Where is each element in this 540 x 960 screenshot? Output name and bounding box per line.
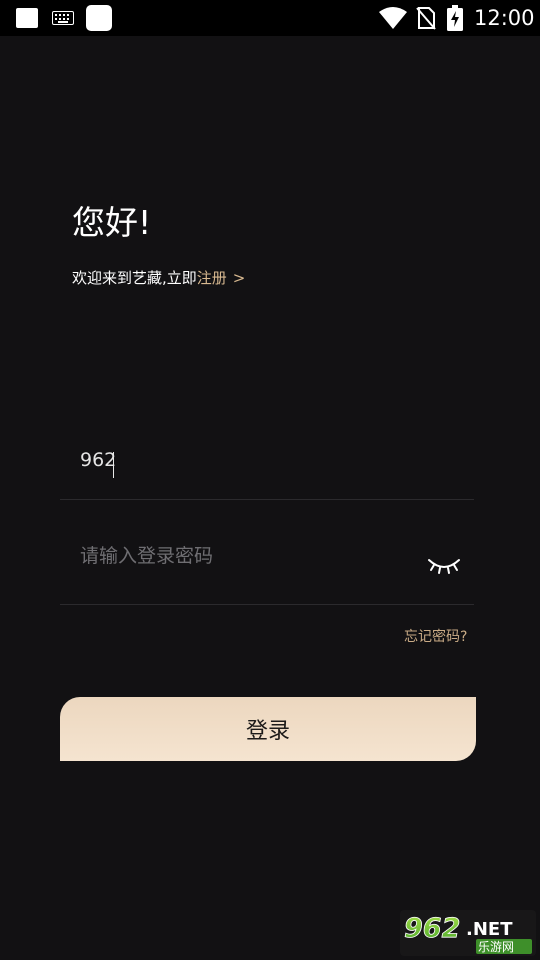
password-input[interactable] — [80, 524, 410, 588]
status-time: 12:00 — [474, 6, 535, 30]
wifi-icon — [379, 7, 407, 29]
forgot-password-link[interactable]: 忘记密码? — [404, 626, 467, 648]
welcome-text: 欢迎来到艺藏,立即 — [72, 269, 197, 287]
watermark-suffix: .NET — [466, 919, 513, 940]
watermark-logo: 962 .NET 乐游网 — [400, 910, 536, 956]
login-screen: 12:00 您好! 欢迎来到艺藏,立即注册 > 忘记密码? 登录 962 .NET — [0, 0, 540, 960]
eye-closed-icon[interactable] — [426, 552, 462, 578]
greeting-title: 您好! — [72, 203, 152, 242]
no-sim-icon — [416, 7, 436, 30]
battery-charging-icon — [447, 5, 463, 31]
keyboard-icon — [52, 11, 74, 25]
username-field — [60, 430, 474, 500]
notification-square-icon — [16, 8, 38, 28]
status-bar: 12:00 — [0, 0, 540, 36]
welcome-line: 欢迎来到艺藏,立即注册 > — [72, 266, 245, 290]
username-input[interactable] — [80, 430, 410, 489]
register-arrow-icon[interactable]: > — [233, 269, 246, 287]
watermark-brand: 962 — [404, 913, 460, 944]
login-button[interactable]: 登录 — [60, 697, 476, 761]
register-link[interactable]: 注册 — [197, 269, 227, 287]
text-cursor — [113, 452, 114, 478]
app-square-icon — [86, 5, 112, 31]
password-field — [60, 524, 474, 605]
watermark-subtitle: 乐游网 — [478, 940, 514, 954]
